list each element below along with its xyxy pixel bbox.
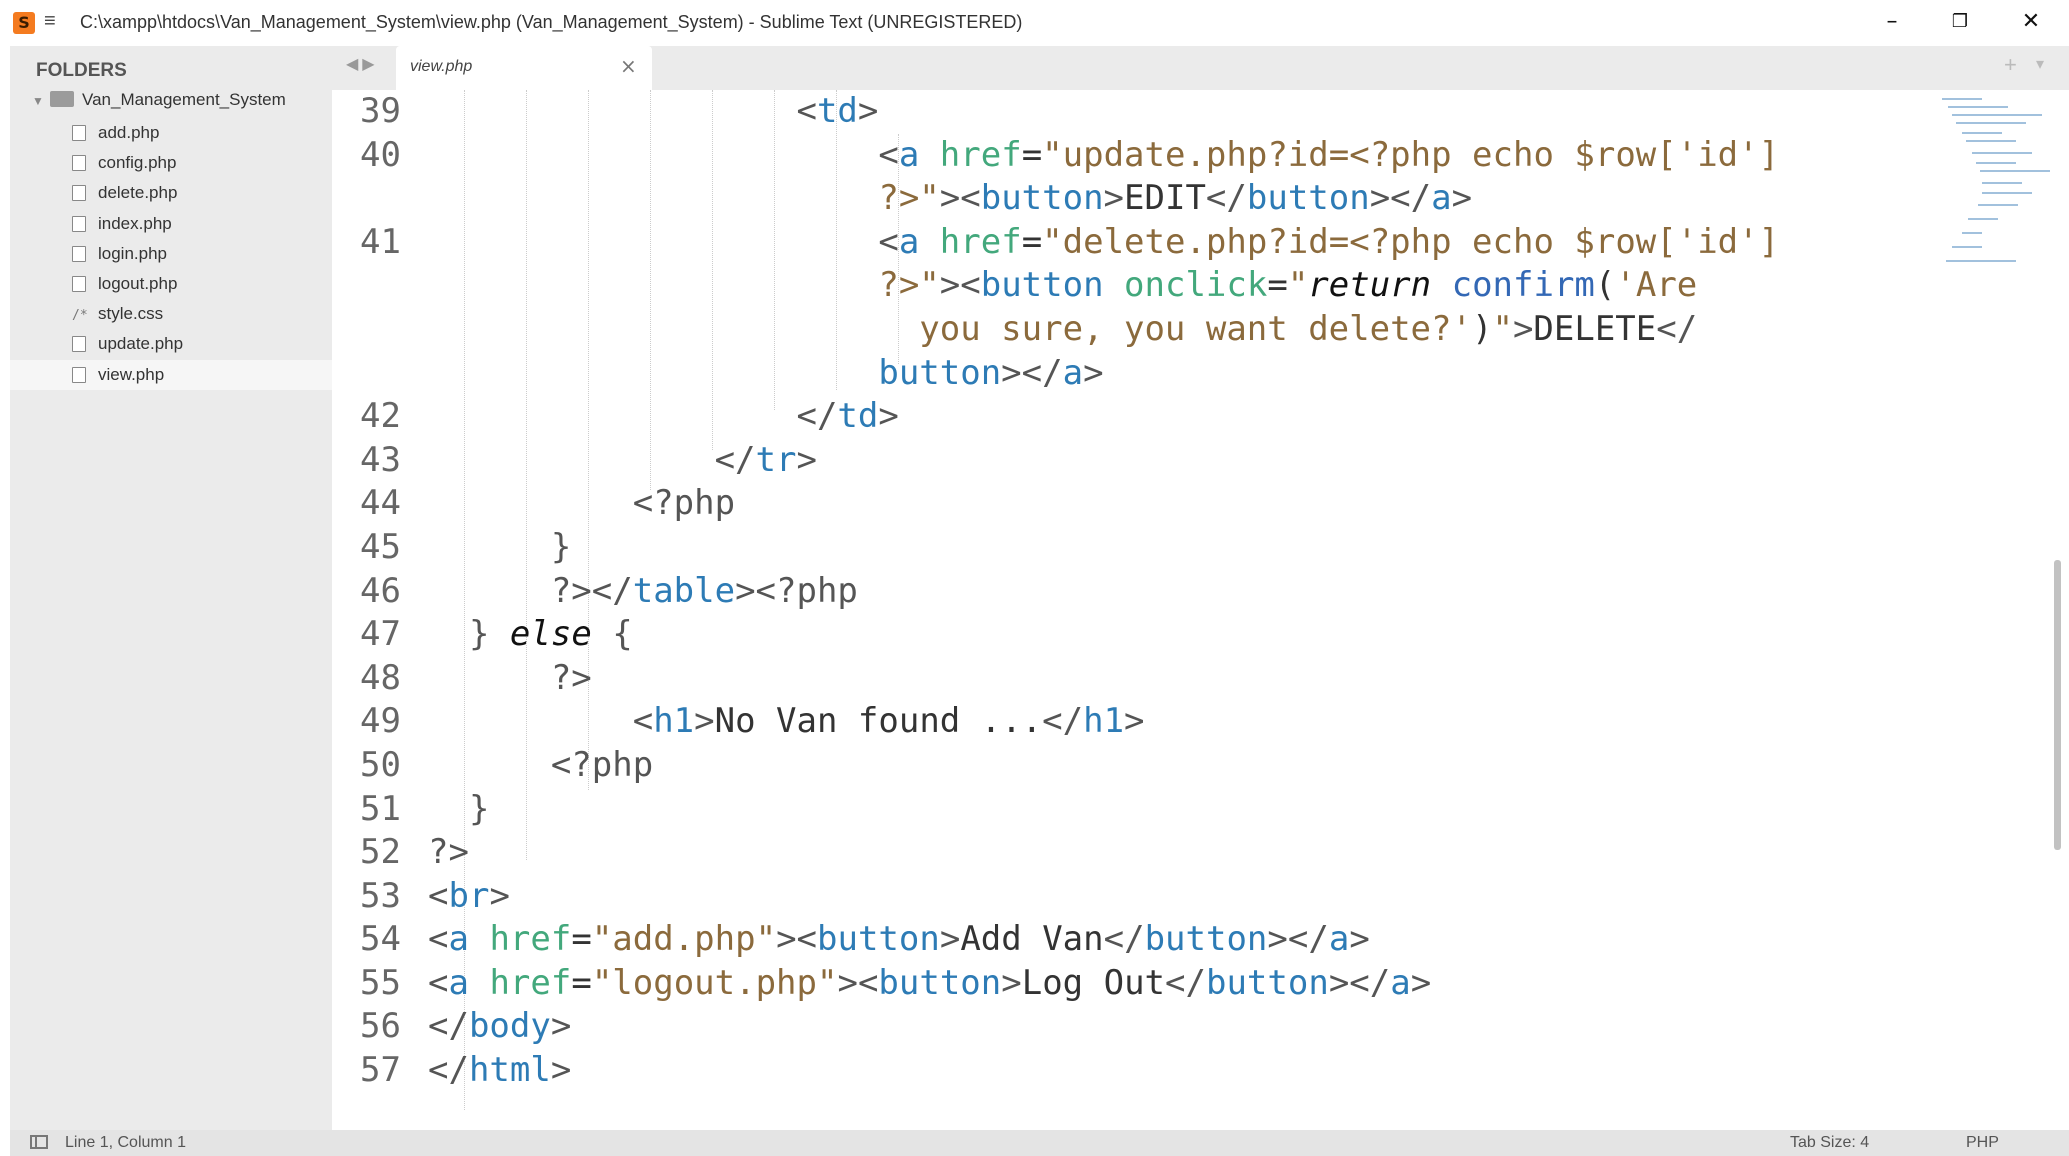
toggle-sidebar-icon[interactable] [30,1135,48,1149]
code-line: 50 <?php [332,744,1779,788]
line-number: 40 [360,134,401,175]
code-line: 51 } [332,788,1779,832]
folder-name: Van_Management_System [82,90,286,109]
file-icon [72,185,86,202]
code-line: 56 </body> [332,1005,1779,1049]
file-icon [72,155,86,172]
menu-icon[interactable]: ≡ [44,10,56,33]
code-content[interactable]: 39 <td> 40 <a href="update.php?id=<?php e… [332,90,1779,1093]
expand-triangle-icon[interactable]: ▼ [32,94,50,108]
file-icon [72,336,86,353]
cursor-position[interactable]: Line 1, Column 1 [65,1134,186,1152]
file-item-style[interactable]: /* style.css [72,299,332,329]
tab-size[interactable]: Tab Size: 4 [1790,1134,1869,1152]
file-item-config[interactable]: config.php [72,148,332,178]
file-name: delete.php [98,183,178,203]
file-name: update.php [98,334,184,354]
file-name: logout.php [98,273,178,293]
file-item-logout[interactable]: logout.php [72,269,332,299]
code-line: you sure, you want delete?')">DELETE</ [919,308,1698,349]
code-line: 43 </tr> [332,439,1779,483]
tab-view-php[interactable]: view.php × [396,46,652,90]
code-line: 55 <a href="logout.php"><button>Log Out</… [332,962,1779,1006]
file-item-update[interactable]: update.php [72,329,332,359]
code-line: 44 <?php [332,482,1779,526]
line-number: 53 [360,875,401,916]
code-line: button></a> [878,352,1104,393]
line-number: 56 [360,1006,401,1047]
code-line: 45 } [332,526,1779,570]
file-name: login.php [98,243,168,263]
folders-heading: FOLDERS [36,60,127,81]
maximize-button[interactable]: ❐ [1940,6,1980,38]
tab-close-icon[interactable]: × [620,54,637,78]
line-number: 45 [360,526,401,567]
code-line: 46 ?></table><?php [332,570,1779,614]
new-tab-icon[interactable]: + [2004,52,2017,78]
line-number: 55 [360,962,401,1003]
tab-nav-arrows-icon[interactable]: ◀▶ [346,54,379,74]
file-item-delete[interactable]: delete.php [72,178,332,208]
file-name: view.php [98,364,165,384]
file-item-login[interactable]: login.php [72,239,332,269]
code-line: 57 </html> [332,1049,1779,1093]
file-icon [72,215,86,232]
line-number: 41 [360,221,401,262]
folder-root[interactable]: ▼ Van_Management_System [32,90,286,110]
file-icon [72,275,86,292]
line-number: 52 [360,832,401,873]
code-line: 49 <h1>No Van found ...</h1> [332,700,1779,744]
line-number: 50 [360,744,401,785]
code-line: 39 <td> [332,90,1779,134]
code-line: 47 } else { [332,613,1779,657]
line-number: 47 [360,614,401,655]
code-line: 42 </td> [332,395,1779,439]
folder-icon [50,91,74,107]
window-title: C:\xampp\htdocs\Van_Management_System\vi… [80,12,1023,32]
close-button[interactable]: ✕ [2011,6,2051,38]
tab-bar: ◀▶ view.php × + ▾ [332,46,2069,90]
line-number: 49 [360,701,401,742]
css-file-icon: /* [72,308,88,324]
code-line: ?>"><button>EDIT</button></a> [878,178,1473,219]
code-line: 52 ?> [332,831,1779,875]
file-name: add.php [98,123,160,142]
file-icon [72,245,86,262]
code-line: 48 ?> [332,657,1779,701]
sidebar: FOLDERS ▼ Van_Management_System add.php c… [10,46,332,1130]
line-number: 51 [360,788,401,829]
line-number: 48 [360,657,401,698]
file-name: index.php [98,213,172,233]
code-line: ?>"><button onclick="return confirm('Are [878,265,1698,306]
line-number: 44 [360,483,401,524]
file-icon [72,125,86,141]
tab-label: view.php [410,58,473,75]
vertical-scrollbar[interactable] [2054,560,2061,850]
minimize-button[interactable]: – [1872,6,1912,38]
file-icon [72,366,86,383]
file-item-view[interactable]: view.php [10,359,332,390]
line-number: 39 [360,91,401,131]
file-item-add[interactable]: add.php [72,118,332,148]
file-list: add.php config.php delete.php index.php … [10,118,332,390]
tab-menu-icon[interactable]: ▾ [2036,54,2044,74]
title-bar: S ≡ C:\xampp\htdocs\Van_Management_Syste… [0,0,2069,46]
line-number: 54 [360,919,401,960]
minimap[interactable] [1942,96,2052,296]
file-name: style.css [98,304,164,324]
code-line: 41 <a href="delete.php?id=<?php echo $ro… [332,221,1779,265]
code-editor[interactable]: 39 <td> 40 <a href="update.php?id=<?php e… [332,90,2069,1130]
syntax-mode[interactable]: PHP [1966,1134,1999,1152]
code-line: 40 <a href="update.php?id=<?php echo $ro… [332,134,1779,178]
sublime-logo-icon: S [13,12,35,34]
code-line: 54 <a href="add.php"><button>Add Van</but… [332,918,1779,962]
line-number: 46 [360,570,401,611]
line-number: 43 [360,439,401,480]
code-line: 53 <br> [332,875,1779,919]
line-number: 42 [360,396,401,437]
status-bar: Line 1, Column 1 Tab Size: 4 PHP [10,1130,2069,1156]
file-item-index[interactable]: index.php [72,209,332,239]
file-name: config.php [98,153,177,173]
line-number: 57 [360,1050,401,1091]
